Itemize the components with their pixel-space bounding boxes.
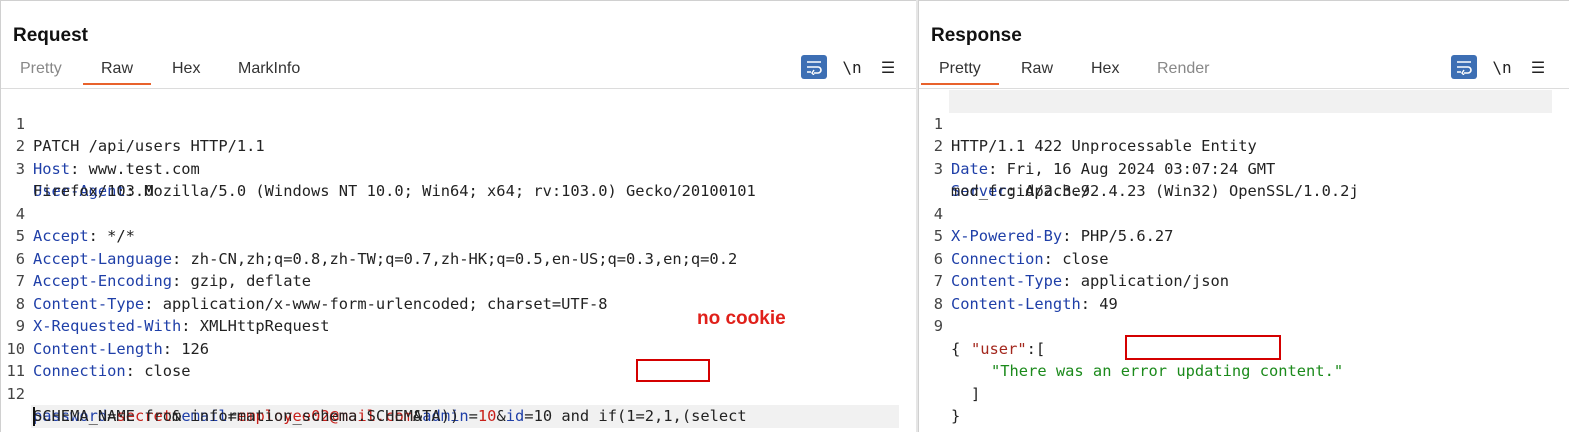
header-line: 3 User-Agent: Mozilla/5.0 (Windows NT 10…: [1, 135, 916, 201]
header-line: 5 Connection: close: [919, 203, 1569, 268]
tab-raw[interactable]: Raw: [1021, 59, 1053, 85]
annotation-no-cookie: no cookie: [697, 308, 786, 329]
menu-icon[interactable]: ☰: [875, 55, 901, 79]
tab-hex[interactable]: Hex: [172, 59, 200, 85]
request-editor[interactable]: 1 PATCH /api/users HTTP/1.1 2 Host: www.…: [1, 88, 916, 432]
show-newlines-button[interactable]: \n: [839, 55, 865, 79]
empty-line: 13: [1, 405, 916, 432]
json-line: ]: [919, 360, 1569, 403]
json-brace: }: [951, 407, 961, 425]
tab-pretty[interactable]: Pretty: [921, 59, 999, 85]
header-line: 3 Server: Apache/2.4.23 (Win32) OpenSSL/…: [919, 135, 1569, 201]
tab-hex[interactable]: Hex: [1091, 59, 1119, 85]
header-line-continuation: mod_fcgid/2.3.9: [919, 158, 1569, 200]
empty-line: 11: [1, 338, 916, 380]
header-line: 4 Accept: */*: [1, 180, 916, 246]
tab-pretty[interactable]: Pretty: [20, 59, 62, 85]
show-newlines-button[interactable]: \n: [1489, 55, 1515, 79]
header-line: 6 Content-Type: application/json: [919, 225, 1569, 291]
header-line-continuation: Firefox/103.0: [1, 158, 916, 200]
header-line: 6 Accept-Encoding: gzip, deflate: [1, 225, 916, 291]
header-line: 2 Date: Fri, 16 Aug 2024 03:07:24 GMT: [919, 113, 1569, 178]
empty-line: 8: [919, 270, 1569, 313]
json-line: }: [919, 383, 1569, 425]
header-line: 2 Host: www.test.com: [1, 113, 916, 178]
highlight-box-error-updating: [1125, 335, 1281, 360]
tab-raw[interactable]: Raw: [82, 59, 152, 85]
menu-icon[interactable]: ☰: [1525, 55, 1551, 79]
response-editor[interactable]: 1 HTTP/1.1 422 Unprocessable Entity 2 Da…: [919, 88, 1569, 432]
json-line: 9 {: [919, 293, 1569, 358]
wrap-lines-icon[interactable]: [1451, 55, 1477, 79]
request-line: 1 PATCH /api/users HTTP/1.1: [1, 90, 916, 156]
status-line: 1 HTTP/1.1 422 Unprocessable Entity: [919, 90, 1569, 156]
header-line: 8 X-Requested-With: XMLHttpRequest: [1, 270, 916, 336]
wrap-lines-icon[interactable]: [801, 55, 827, 79]
body-line-continuation: SCHEMA_NAME from information_schema.SCHE…: [1, 383, 916, 425]
request-title: Request: [13, 25, 88, 46]
body-line: 12 password=secret&email=employee02@mail…: [1, 360, 916, 426]
text-cursor: [33, 407, 35, 426]
request-toolbar: \n ☰: [801, 55, 901, 79]
response-title: Response: [931, 25, 1022, 46]
header-line: 7 Content-Type: application/x-www-form-u…: [1, 248, 916, 313]
request-pane: Request Pretty Raw Hex MarkInfo \n ☰ 1 P…: [0, 0, 916, 432]
line-number: 13: [1, 428, 25, 432]
tab-markinfo[interactable]: MarkInfo: [238, 59, 300, 85]
response-pane: Response Pretty Raw Hex Render \n ☰ 1 HT…: [918, 0, 1569, 432]
header-line: 4 X-Powered-By: PHP/5.6.27: [919, 180, 1569, 246]
header-line: 5 Accept-Language: zh-CN,zh;q=0.8,zh-TW;…: [1, 203, 916, 268]
header-line: 7 Content-Length: 49: [919, 248, 1569, 313]
tab-render[interactable]: Render: [1157, 59, 1209, 85]
highlight-box-if-condition: [636, 359, 710, 382]
response-toolbar: \n ☰: [1451, 55, 1551, 79]
